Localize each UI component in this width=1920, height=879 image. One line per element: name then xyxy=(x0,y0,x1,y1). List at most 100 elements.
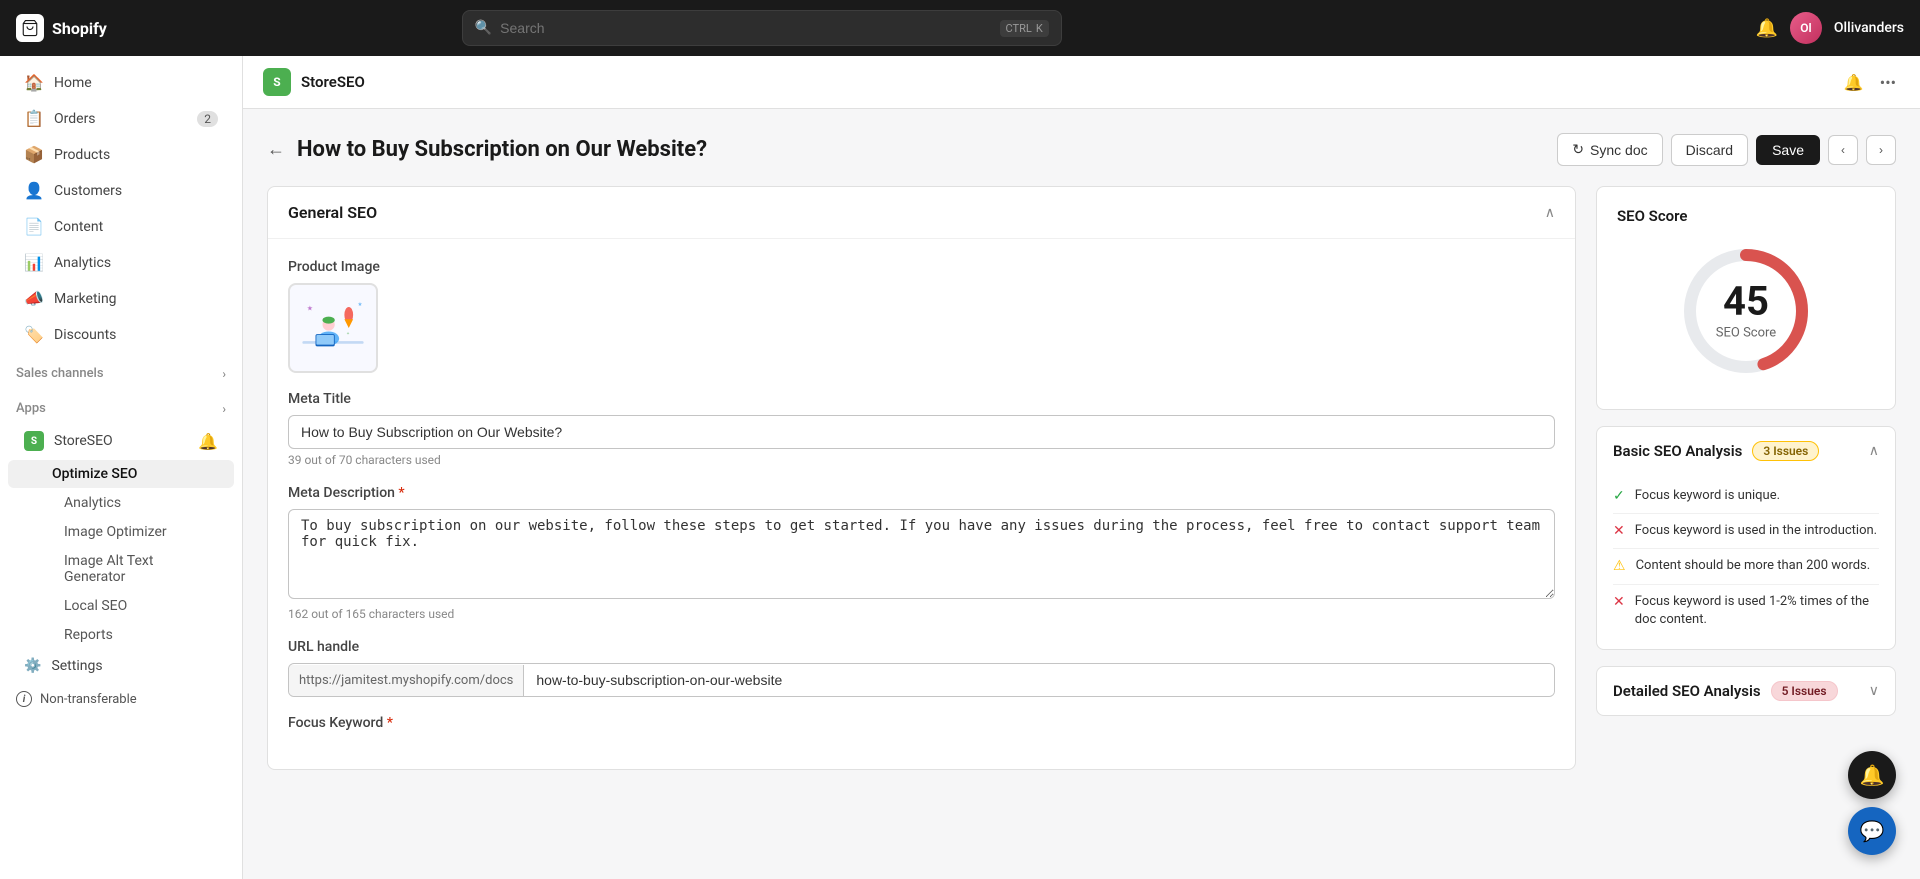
sales-channels-chevron-icon: › xyxy=(222,367,226,381)
prev-button[interactable]: ‹ xyxy=(1828,135,1858,165)
sidebar-label-home: Home xyxy=(54,75,92,91)
analysis-item-3: ⚠ Content should be more than 200 words. xyxy=(1613,548,1879,583)
discounts-icon: 🏷️ xyxy=(24,325,44,344)
meta-description-textarea[interactable]: To buy subscription on our website, foll… xyxy=(288,509,1555,599)
page-actions: ↻ Sync doc Discard Save ‹ › xyxy=(1557,133,1896,166)
app-header: S StoreSEO 🔔 ••• xyxy=(243,56,1920,109)
notification-bell-icon[interactable]: 🔔 xyxy=(1755,18,1777,39)
sidebar-item-reports[interactable]: Reports xyxy=(8,621,234,649)
app-header-right: 🔔 ••• xyxy=(1840,69,1900,96)
sync-doc-button[interactable]: ↻ Sync doc xyxy=(1557,133,1662,166)
meta-title-hint: 39 out of 70 characters used xyxy=(288,453,1555,467)
sidebar-item-content[interactable]: 📄 Content xyxy=(8,209,234,244)
sidebar-item-storeseo[interactable]: S StoreSEO 🔔 xyxy=(8,423,234,459)
sidebar-item-analytics-sub[interactable]: Analytics xyxy=(8,489,234,517)
apps-chevron-icon: › xyxy=(222,402,226,416)
sidebar-item-local-seo[interactable]: Local SEO xyxy=(8,592,234,620)
focus-keyword-required: * xyxy=(387,715,393,731)
sidebar-label-content: Content xyxy=(54,219,103,235)
marketing-icon: 📣 xyxy=(24,289,44,308)
app-header-title: StoreSEO xyxy=(301,73,365,91)
chat-floating-button[interactable]: 💬 xyxy=(1848,807,1896,855)
orders-icon: 📋 xyxy=(24,109,44,128)
url-handle-label: URL handle xyxy=(288,639,1555,655)
two-col-layout: General SEO ∧ Product Image xyxy=(267,186,1896,786)
basic-seo-collapse-icon[interactable]: ∧ xyxy=(1869,443,1879,459)
sidebar: 🏠 Home 📋 Orders 2 📦 Products 👤 Customers… xyxy=(0,56,243,879)
warn-icon-3: ⚠ xyxy=(1613,558,1626,574)
topbar-right: 🔔 Ol Ollivanders xyxy=(1755,12,1904,44)
analysis-item-2: ✕ Focus keyword is used in the introduct… xyxy=(1613,513,1879,548)
apps-section[interactable]: Apps › xyxy=(0,395,242,422)
detailed-seo-collapse-icon[interactable]: ∨ xyxy=(1869,683,1879,699)
store-name: Ollivanders xyxy=(1834,20,1904,36)
discard-button[interactable]: Discard xyxy=(1671,134,1748,166)
sidebar-item-customers[interactable]: 👤 Customers xyxy=(8,173,234,208)
general-seo-body: Product Image xyxy=(268,239,1575,769)
analysis-text-4: Focus keyword is used 1-2% times of the … xyxy=(1635,593,1879,629)
analysis-item-4: ✕ Focus keyword is used 1-2% times of th… xyxy=(1613,584,1879,637)
shopify-logo: Shopify xyxy=(16,14,107,42)
sidebar-item-discounts[interactable]: 🏷️ Discounts xyxy=(8,317,234,352)
avatar[interactable]: Ol xyxy=(1790,12,1822,44)
sales-channels-section[interactable]: Sales channels › xyxy=(0,360,242,387)
search-input[interactable] xyxy=(500,20,991,36)
notification-floating-button[interactable]: 🔔 xyxy=(1848,751,1896,799)
reports-label: Reports xyxy=(64,627,113,643)
search-bar[interactable]: 🔍 CTRL K xyxy=(462,10,1062,46)
shopify-bag-icon xyxy=(16,14,44,42)
storeseo-label: StoreSEO xyxy=(54,433,113,449)
content-icon: 📄 xyxy=(24,217,44,236)
header-more-icon[interactable]: ••• xyxy=(1876,69,1900,96)
sidebar-item-settings[interactable]: ⚙️ Settings xyxy=(8,650,234,682)
products-icon: 📦 xyxy=(24,145,44,164)
cross-icon-4: ✕ xyxy=(1613,594,1625,610)
storeseo-bell-icon: 🔔 xyxy=(198,432,218,451)
meta-title-group: Meta Title 39 out of 70 characters used xyxy=(288,391,1555,467)
score-number: 45 xyxy=(1716,282,1776,322)
analysis-text-3: Content should be more than 200 words. xyxy=(1636,557,1871,575)
info-icon: i xyxy=(16,691,32,707)
sidebar-item-image-alt-text[interactable]: Image Alt Text Generator xyxy=(8,547,234,591)
sidebar-label-marketing: Marketing xyxy=(54,291,117,307)
url-handle-input[interactable] xyxy=(524,664,1554,696)
shopify-wordmark: Shopify xyxy=(52,19,107,38)
sidebar-item-optimize-seo[interactable]: Optimize SEO xyxy=(8,460,234,488)
next-button[interactable]: › xyxy=(1866,135,1896,165)
sidebar-item-home[interactable]: 🏠 Home xyxy=(8,65,234,100)
sidebar-label-customers: Customers xyxy=(54,183,122,199)
sales-channels-label: Sales channels xyxy=(16,366,104,381)
seo-score-circle: 45 SEO Score xyxy=(1676,241,1816,381)
left-column: General SEO ∧ Product Image xyxy=(267,186,1576,786)
detailed-seo-card: Detailed SEO Analysis 5 Issues ∨ xyxy=(1596,666,1896,716)
sidebar-label-orders: Orders xyxy=(54,111,96,127)
check-icon-1: ✓ xyxy=(1613,488,1625,504)
detailed-seo-header: Detailed SEO Analysis 5 Issues ∨ xyxy=(1597,667,1895,715)
sidebar-item-analytics[interactable]: 📊 Analytics xyxy=(8,245,234,280)
back-button[interactable]: ← xyxy=(267,139,285,160)
sidebar-label-products: Products xyxy=(54,147,110,163)
home-icon: 🏠 xyxy=(24,73,44,92)
save-button[interactable]: Save xyxy=(1756,135,1820,165)
meta-description-label: Meta Description * xyxy=(288,485,1555,501)
sidebar-item-products[interactable]: 📦 Products xyxy=(8,137,234,172)
non-transferable-label: Non-transferable xyxy=(40,692,137,707)
meta-description-group: Meta Description * To buy subscription o… xyxy=(288,485,1555,621)
sidebar-label-analytics: Analytics xyxy=(54,255,111,271)
sidebar-item-marketing[interactable]: 📣 Marketing xyxy=(8,281,234,316)
analytics-icon: 📊 xyxy=(24,253,44,272)
url-input-wrapper: https://jamitest.myshopify.com/docs xyxy=(288,663,1555,697)
basic-seo-header: Basic SEO Analysis 3 Issues ∧ xyxy=(1597,427,1895,475)
svg-text:✦: ✦ xyxy=(346,332,350,337)
sidebar-item-image-optimizer[interactable]: Image Optimizer xyxy=(8,518,234,546)
general-seo-title: General SEO xyxy=(288,203,377,222)
basic-seo-title: Basic SEO Analysis xyxy=(1613,442,1742,460)
meta-title-input[interactable] xyxy=(288,415,1555,449)
detailed-seo-badge: 5 Issues xyxy=(1771,681,1838,701)
search-icon: 🔍 xyxy=(475,20,492,36)
search-shortcut: CTRL K xyxy=(1000,20,1049,37)
page-title: How to Buy Subscription on Our Website? xyxy=(297,137,707,162)
sidebar-item-orders[interactable]: 📋 Orders 2 xyxy=(8,101,234,136)
collapse-icon[interactable]: ∧ xyxy=(1545,205,1555,221)
header-bell-icon[interactable]: 🔔 xyxy=(1840,69,1868,96)
